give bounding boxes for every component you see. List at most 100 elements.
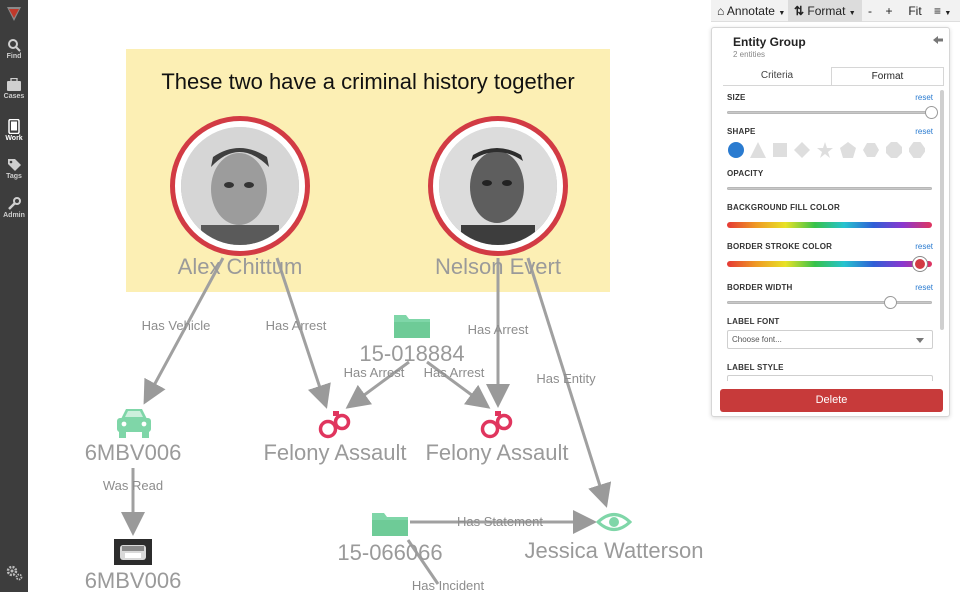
label-style-select[interactable] (727, 375, 933, 381)
rail-item-label: Cases (3, 93, 25, 100)
rail-item-tags[interactable]: Tags (0, 158, 28, 194)
folder-icon[interactable] (393, 311, 431, 339)
format-panel: Entity Group 2 entities Criteria Format … (711, 27, 950, 417)
border-width-slider[interactable] (727, 301, 932, 304)
zoom-in-button[interactable]: + (882, 0, 896, 22)
shape-diamond-option[interactable] (794, 142, 810, 158)
car-icon[interactable] (115, 405, 153, 439)
edge-label: Has Entity (536, 371, 596, 386)
arrest-label[interactable]: Felony Assault (250, 440, 420, 466)
case-label[interactable]: 15-018884 (328, 341, 496, 367)
arrest-label[interactable]: Felony Assault (412, 440, 582, 466)
shape-star-option[interactable] (817, 142, 833, 158)
case-label[interactable]: 15-066066 (315, 540, 465, 566)
tab-criteria[interactable]: Criteria (723, 67, 831, 85)
left-nav-rail: Find Cases Work Tags Admin (0, 0, 28, 592)
shape-reset-link[interactable]: reset (907, 127, 933, 136)
shape-circle-option[interactable] (728, 142, 744, 158)
edge-label: Has Arrest (343, 365, 405, 380)
panel-scrollbar[interactable] (940, 90, 944, 330)
border-width-slider-handle[interactable] (884, 296, 897, 309)
back-arrow-icon[interactable] (932, 34, 944, 46)
edge-label: Has Arrest (265, 318, 327, 333)
wrench-icon (8, 197, 21, 210)
edge-label: Has Arrest (467, 322, 529, 337)
person-label[interactable]: Alex Chittum (140, 254, 340, 280)
briefcase-icon (7, 78, 21, 91)
gears-icon[interactable] (4, 562, 24, 582)
shape-triangle-option[interactable] (750, 142, 766, 158)
font-select-placeholder: Choose font... (732, 335, 782, 344)
rail-item-label: Work (5, 135, 23, 142)
rail-item-admin[interactable]: Admin (0, 197, 28, 233)
size-slider-handle[interactable] (925, 106, 938, 119)
edge-label: Has Vehicle (141, 318, 211, 333)
rail-item-cases[interactable]: Cases (0, 78, 28, 114)
graph-toolbar: ⌂ Annotate ▼ ⇅ Format ▼ - + Fit ≡ ▼ (711, 0, 960, 22)
annotate-menu[interactable]: ⌂ Annotate ▼ (717, 0, 785, 22)
rail-item-find[interactable]: Find (0, 38, 28, 74)
vehicle-label[interactable]: 6MBV006 (63, 440, 203, 466)
edge-label: Has Incident (411, 578, 485, 592)
search-icon (8, 39, 21, 52)
background-fill-label: BACKGROUND FILL COLOR (727, 203, 840, 212)
border-width-reset-link[interactable]: reset (907, 283, 933, 292)
mugshot-photo (181, 127, 299, 245)
sliders-icon: ⇅ (794, 4, 805, 18)
shape-hexagon-option[interactable] (863, 142, 879, 158)
annotate-icon: ⌂ (717, 4, 725, 18)
rail-item-label: Find (6, 53, 22, 60)
caret-down-icon: ▼ (848, 10, 856, 17)
zoom-out-button[interactable]: - (863, 0, 877, 22)
panel-subtitle: 2 entities (733, 50, 766, 59)
annotate-label: Annotate (726, 4, 775, 18)
vehicle-label[interactable]: 6MBV006 (63, 568, 203, 592)
border-stroke-color-slider[interactable] (727, 261, 932, 267)
more-menu[interactable]: ≡ ▼ (934, 0, 958, 22)
app: Find Cases Work Tags Admin These two hav… (0, 0, 960, 592)
person-node-portrait[interactable] (170, 116, 310, 256)
eye-icon[interactable] (596, 511, 632, 533)
size-label: SIZE (727, 93, 746, 102)
delete-button[interactable]: Delete (720, 389, 943, 412)
app-logo[interactable] (4, 4, 24, 24)
opacity-slider[interactable] (727, 187, 932, 190)
edge-label: Has Statement (457, 514, 543, 529)
border-stroke-color-handle[interactable] (913, 257, 927, 271)
rail-item-work[interactable]: Work (0, 119, 28, 155)
format-menu[interactable]: ⇅ Format ▼ (788, 0, 862, 22)
person-label[interactable]: Nelson Evert (398, 254, 598, 280)
license-plate-photo[interactable] (114, 539, 152, 565)
border-width-label: BORDER WIDTH (727, 283, 793, 292)
handcuffs-icon[interactable] (318, 407, 352, 439)
background-fill-color-slider[interactable] (727, 222, 932, 228)
fit-button[interactable]: Fit (905, 0, 925, 22)
folder-icon[interactable] (371, 509, 409, 537)
border-stroke-reset-link[interactable]: reset (907, 242, 933, 251)
mugshot-photo (439, 127, 557, 245)
handcuffs-icon[interactable] (480, 407, 514, 439)
format-label: Format (807, 4, 846, 18)
hamburger-icon: ≡ (934, 4, 942, 18)
shape-label: SHAPE (727, 127, 756, 136)
tablet-icon (8, 119, 20, 134)
tab-format[interactable]: Format (831, 67, 944, 85)
size-reset-link[interactable]: reset (907, 93, 933, 102)
tab-divider (723, 85, 944, 86)
caret-down-icon (916, 338, 924, 343)
edge-label: Was Read (102, 478, 164, 493)
label-font-select[interactable]: Choose font... (727, 330, 933, 349)
person-node-portrait[interactable] (428, 116, 568, 256)
caret-down-icon: ▼ (944, 10, 952, 17)
witness-label[interactable]: Jessica Watterson (518, 538, 710, 564)
shape-square-option[interactable] (772, 142, 788, 158)
border-stroke-label: BORDER STROKE COLOR (727, 242, 833, 251)
size-slider[interactable] (727, 111, 932, 114)
edge-label: Has Arrest (423, 365, 485, 380)
shape-octagon-option[interactable] (886, 142, 902, 158)
caret-down-icon: ▼ (778, 10, 786, 17)
tag-icon (7, 159, 21, 171)
shape-rounded-hexagon-option[interactable] (909, 142, 925, 158)
shape-pentagon-option[interactable] (840, 142, 856, 158)
rail-item-label: Admin (3, 212, 25, 219)
